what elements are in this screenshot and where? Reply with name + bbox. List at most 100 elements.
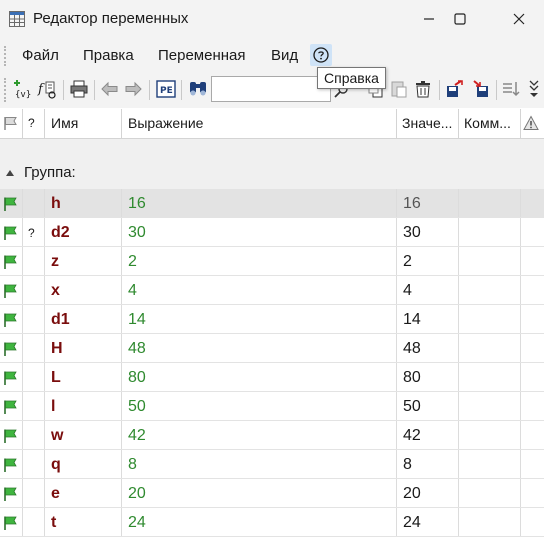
comment-cell[interactable] — [459, 247, 521, 275]
table-row[interactable]: h 16 16 — [0, 189, 544, 218]
help-button[interactable] — [310, 44, 332, 66]
comment-cell[interactable] — [459, 276, 521, 304]
table-row[interactable]: ? d2 30 30 — [0, 218, 544, 247]
flag-cell[interactable] — [0, 218, 23, 246]
comment-cell[interactable] — [459, 363, 521, 391]
name-cell[interactable]: q — [45, 450, 122, 478]
paste-button[interactable] — [388, 78, 410, 100]
value-cell[interactable]: 42 — [397, 421, 459, 449]
flag-cell[interactable] — [0, 479, 23, 507]
question-cell[interactable] — [23, 450, 45, 478]
flag-cell[interactable] — [0, 392, 23, 420]
warning-cell[interactable] — [521, 189, 544, 217]
expression-cell[interactable]: 42 — [122, 421, 397, 449]
name-cell[interactable]: d1 — [45, 305, 122, 333]
warning-cell[interactable] — [521, 247, 544, 275]
name-cell[interactable]: d2 — [45, 218, 122, 246]
flag-cell[interactable] — [0, 305, 23, 333]
expression-cell[interactable]: 14 — [122, 305, 397, 333]
export-button[interactable] — [444, 78, 466, 100]
value-cell[interactable]: 24 — [397, 508, 459, 536]
value-cell[interactable]: 48 — [397, 334, 459, 362]
close-button[interactable] — [496, 0, 542, 38]
value-cell[interactable]: 8 — [397, 450, 459, 478]
flag-cell[interactable] — [0, 189, 23, 217]
flag-cell[interactable] — [0, 508, 23, 536]
name-cell[interactable]: e — [45, 479, 122, 507]
name-cell[interactable]: w — [45, 421, 122, 449]
table-row[interactable]: t 24 24 — [0, 508, 544, 537]
comment-cell[interactable] — [459, 479, 521, 507]
table-row[interactable]: L 80 80 — [0, 363, 544, 392]
expression-cell[interactable]: 16 — [122, 189, 397, 217]
question-cell[interactable] — [23, 392, 45, 420]
warning-cell[interactable] — [521, 479, 544, 507]
value-cell[interactable]: 80 — [397, 363, 459, 391]
comment-cell[interactable] — [459, 218, 521, 246]
warning-cell[interactable] — [521, 363, 544, 391]
add-variable-button[interactable]: {v} — [11, 78, 33, 100]
header-flag[interactable] — [0, 109, 23, 138]
table-row[interactable]: d1 14 14 — [0, 305, 544, 334]
expression-cell[interactable]: 2 — [122, 247, 397, 275]
comment-cell[interactable] — [459, 508, 521, 536]
warning-cell[interactable] — [521, 508, 544, 536]
value-cell[interactable]: 14 — [397, 305, 459, 333]
maximize-button[interactable] — [437, 0, 483, 38]
question-cell[interactable] — [23, 247, 45, 275]
question-cell[interactable]: ? — [23, 218, 45, 246]
expression-cell[interactable]: 20 — [122, 479, 397, 507]
print-button[interactable] — [68, 78, 90, 100]
warning-cell[interactable] — [521, 334, 544, 362]
menu-view[interactable]: Вид — [271, 47, 298, 64]
sort-button[interactable] — [500, 78, 522, 100]
search-input[interactable] — [211, 76, 331, 102]
warning-cell[interactable] — [521, 392, 544, 420]
name-cell[interactable]: x — [45, 276, 122, 304]
table-row[interactable]: w 42 42 — [0, 421, 544, 450]
value-cell[interactable]: 50 — [397, 392, 459, 420]
warning-cell[interactable] — [521, 421, 544, 449]
flag-cell[interactable] — [0, 363, 23, 391]
flag-cell[interactable] — [0, 247, 23, 275]
comment-cell[interactable] — [459, 189, 521, 217]
question-cell[interactable] — [23, 421, 45, 449]
comment-cell[interactable] — [459, 450, 521, 478]
function-button[interactable]: f — [36, 78, 58, 100]
menu-edit[interactable]: Правка — [83, 47, 134, 64]
table-row[interactable]: H 48 48 — [0, 334, 544, 363]
table-row[interactable]: q88 — [0, 450, 544, 479]
flag-cell[interactable] — [0, 421, 23, 449]
expression-cell[interactable]: 8 — [122, 450, 397, 478]
name-cell[interactable]: t — [45, 508, 122, 536]
comment-cell[interactable] — [459, 305, 521, 333]
comment-cell[interactable] — [459, 334, 521, 362]
value-cell[interactable]: 4 — [397, 276, 459, 304]
expression-cell[interactable]: 24 — [122, 508, 397, 536]
name-cell[interactable]: z — [45, 247, 122, 275]
expression-cell[interactable]: 48 — [122, 334, 397, 362]
name-cell[interactable]: H — [45, 334, 122, 362]
expression-cell[interactable]: 80 — [122, 363, 397, 391]
table-row[interactable]: e 20 20 — [0, 479, 544, 508]
toolbar-overflow-button[interactable] — [526, 78, 542, 100]
value-cell[interactable]: 30 — [397, 218, 459, 246]
question-cell[interactable] — [23, 334, 45, 362]
table-row[interactable]: l 50 50 — [0, 392, 544, 421]
table-row[interactable]: x44 — [0, 276, 544, 305]
value-cell[interactable]: 16 — [397, 189, 459, 217]
expression-cell[interactable]: 50 — [122, 392, 397, 420]
header-value[interactable]: Значе... — [397, 109, 459, 138]
comment-cell[interactable] — [459, 392, 521, 420]
redo-button[interactable] — [122, 78, 144, 100]
find-button[interactable] — [187, 78, 209, 100]
warning-cell[interactable] — [521, 305, 544, 333]
expression-cell[interactable]: 4 — [122, 276, 397, 304]
value-cell[interactable]: 2 — [397, 247, 459, 275]
collapse-triangle-icon[interactable] — [6, 170, 14, 176]
question-cell[interactable] — [23, 189, 45, 217]
warning-cell[interactable] — [521, 218, 544, 246]
name-cell[interactable]: L — [45, 363, 122, 391]
question-cell[interactable] — [23, 479, 45, 507]
expression-cell[interactable]: 30 — [122, 218, 397, 246]
